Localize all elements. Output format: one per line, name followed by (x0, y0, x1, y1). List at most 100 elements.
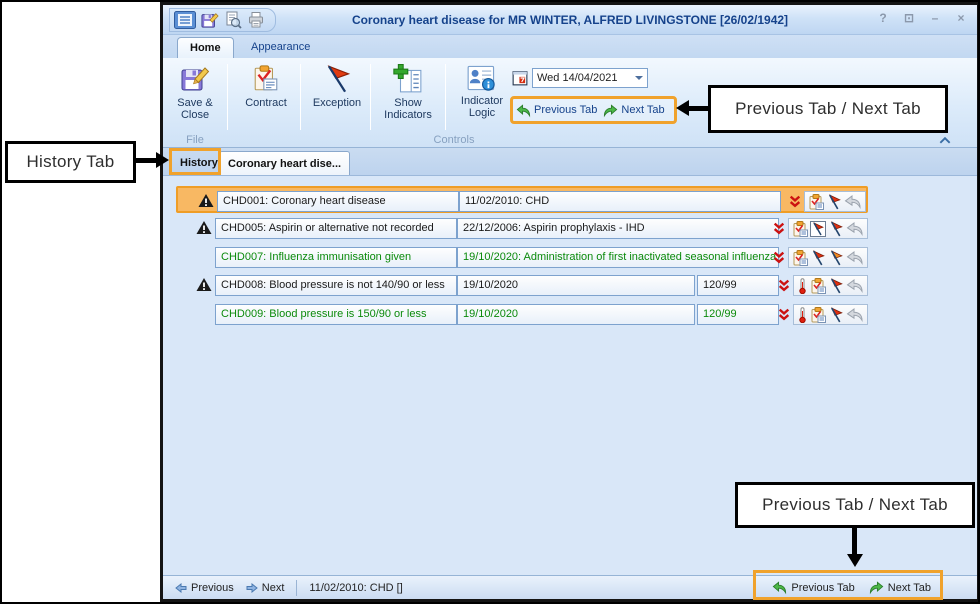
print-icon[interactable] (247, 11, 265, 29)
next-button[interactable]: Next (246, 582, 285, 594)
indicator-name-cell[interactable]: CHD009: Blood pressure is 150/90 or less (215, 304, 457, 325)
indicator-name-cell[interactable]: CHD008: Blood pressure is not 140/90 or … (215, 275, 457, 296)
collapse-ribbon-icon[interactable] (939, 137, 951, 144)
save-close-label: Save & Close (166, 97, 224, 121)
exception-button[interactable]: Exception (305, 64, 369, 130)
tab-disease[interactable]: Coronary heart dise... (219, 151, 350, 175)
clipboard-icon[interactable] (792, 221, 808, 237)
tabnav-highlight: Previous Tab Next Tab (510, 96, 677, 124)
red-flag-icon[interactable] (828, 278, 844, 294)
double-chevron-down-icon[interactable] (789, 195, 801, 208)
previous-tab-button[interactable]: Previous Tab (516, 103, 597, 118)
date-field[interactable]: Wed 14/04/2021 (532, 68, 648, 88)
indicator-value-cell[interactable]: 120/99 (697, 304, 779, 325)
restore-button[interactable]: ⊡ (901, 10, 917, 26)
clipboard-icon[interactable] (810, 278, 826, 294)
clipboard-icon[interactable] (792, 250, 808, 266)
show-indicators-icon (393, 64, 423, 94)
reply-arrow-icon[interactable] (846, 307, 864, 322)
table-row[interactable]: CHD009: Blood pressure is 150/90 or less… (176, 301, 868, 328)
document-tab-strip: History Coronary heart dise... (163, 148, 977, 175)
window-controls: ? ⊡ – × (875, 10, 969, 26)
indicator-name-cell[interactable]: CHD007: Influenza immunisation given (215, 247, 457, 268)
reply-arrow-icon[interactable] (846, 250, 864, 265)
exception-label: Exception (313, 97, 361, 109)
previous-label: Previous (191, 582, 234, 594)
show-indicators-button[interactable]: Show Indicators (373, 64, 443, 130)
previous-button[interactable]: Previous (175, 582, 234, 594)
save-icon[interactable] (201, 11, 219, 29)
clipboard-icon[interactable] (808, 194, 824, 210)
save-close-button[interactable]: Save & Close (166, 64, 224, 130)
double-chevron-down-icon[interactable] (778, 279, 790, 292)
tab-appearance[interactable]: Appearance (239, 37, 322, 58)
table-row[interactable]: CHD005: Aspirin or alternative not recor… (176, 215, 868, 242)
row-actions (804, 191, 866, 212)
double-chevron-down-icon[interactable] (778, 308, 790, 321)
indicator-detail-cell[interactable]: 19/10/2020: Administration of first inac… (457, 247, 779, 268)
table-row[interactable]: CHD007: Influenza immunisation given 19/… (176, 244, 868, 271)
table-row[interactable]: CHD001: Coronary heart disease 11/02/201… (176, 186, 868, 213)
callout-arrowhead-down (847, 554, 863, 567)
next-tab-label: Next Tab (621, 104, 664, 116)
row-actions (788, 218, 868, 239)
button-separator (300, 64, 301, 130)
callout-arrow (852, 528, 857, 556)
indicator-detail-cell[interactable]: 19/10/2020 (457, 304, 695, 325)
thermometer-icon[interactable] (797, 307, 808, 323)
indicator-logic-label: Indicator Logic (449, 95, 515, 119)
double-chevron-down-icon[interactable] (773, 251, 785, 264)
app-menu-icon[interactable] (174, 11, 196, 29)
callout-tabnav-bottom: Previous Tab / Next Tab (735, 482, 975, 528)
thermometer-icon[interactable] (797, 278, 808, 294)
print-preview-icon[interactable] (224, 11, 242, 29)
calendar-icon (512, 70, 528, 86)
next-tab-button[interactable]: Next Tab (603, 103, 664, 118)
indicator-value-cell[interactable]: 120/99 (697, 275, 779, 296)
title-bar: Coronary heart disease for MR WINTER, AL… (163, 5, 977, 35)
reply-arrow-icon[interactable] (846, 278, 864, 293)
indicator-name-cell[interactable]: CHD005: Aspirin or alternative not recor… (215, 218, 457, 239)
button-separator (370, 64, 371, 130)
boxed-flag-icon[interactable] (810, 221, 826, 237)
reply-arrow-icon[interactable] (844, 194, 862, 209)
indicator-logic-button[interactable]: Indicator Logic (449, 64, 515, 130)
orange-flag-icon[interactable] (828, 250, 844, 266)
minimize-button[interactable]: – (927, 10, 943, 26)
red-flag-icon[interactable] (828, 307, 844, 323)
screenshot-canvas: Coronary heart disease for MR WINTER, AL… (0, 0, 980, 604)
indicator-detail-cell[interactable]: 22/12/2006: Aspirin prophylaxis - IHD (457, 218, 779, 239)
close-button[interactable]: × (953, 10, 969, 26)
arrow-right-icon (246, 583, 258, 593)
warning-icon (196, 277, 212, 292)
indicator-detail-cell[interactable]: 11/02/2010: CHD (459, 191, 781, 212)
quick-access-toolbar (169, 8, 276, 32)
indicator-detail-cell[interactable]: 19/10/2020 (457, 275, 695, 296)
previous-tab-label: Previous Tab (534, 104, 597, 116)
red-flag-icon[interactable] (810, 250, 826, 266)
table-row[interactable]: CHD008: Blood pressure is not 140/90 or … (176, 272, 868, 299)
previous-tab-icon (516, 103, 531, 118)
indicator-name-cell[interactable]: CHD001: Coronary heart disease (217, 191, 459, 212)
controls-group-label: Controls (229, 134, 679, 146)
reply-arrow-icon[interactable] (846, 221, 864, 236)
next-tab-icon (603, 103, 618, 118)
date-picker[interactable]: Wed 14/04/2021 (512, 68, 648, 88)
double-chevron-down-icon[interactable] (773, 222, 785, 235)
show-indicators-label: Show Indicators (373, 97, 443, 121)
contract-label: Contract (245, 97, 287, 109)
help-button[interactable]: ? (875, 10, 891, 26)
callout-tabnav-top: Previous Tab / Next Tab (708, 85, 948, 133)
clipboard-icon[interactable] (810, 307, 826, 323)
callout-arrowhead-right (156, 152, 169, 168)
red-flag-icon[interactable] (826, 194, 842, 210)
row-actions (793, 275, 868, 296)
exception-icon (322, 64, 352, 94)
indicator-logic-icon (467, 64, 497, 92)
contract-button[interactable]: Contract (234, 64, 298, 130)
red-flag-icon[interactable] (828, 221, 844, 237)
warning-icon (198, 193, 214, 208)
group-separator (227, 64, 228, 130)
arrow-left-icon (175, 583, 187, 593)
tab-home[interactable]: Home (177, 37, 234, 58)
